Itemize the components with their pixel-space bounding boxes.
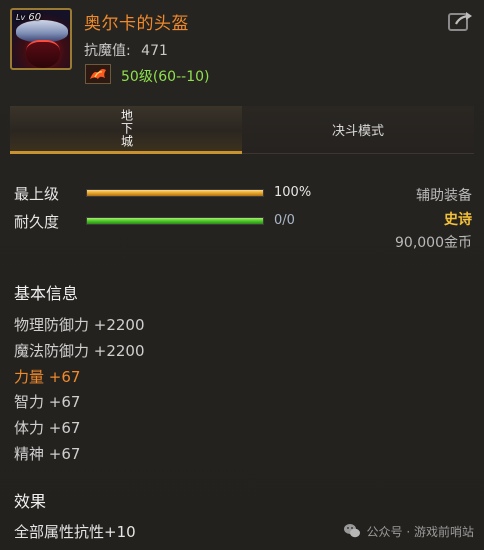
stat-spirit: 精神 +67 bbox=[14, 445, 81, 463]
helmet-item-icon: Lv 60 bbox=[10, 8, 72, 70]
item-name: 奥尔卡的头盔 bbox=[84, 14, 189, 34]
share-icon[interactable] bbox=[448, 10, 474, 32]
item-price: 90,000金币 bbox=[395, 235, 472, 251]
item-rarity: 史诗 bbox=[444, 212, 472, 228]
durability-value: 0/0 bbox=[274, 213, 295, 228]
tab-duel-mode[interactable]: 决斗模式 bbox=[242, 106, 474, 154]
phoenix-icon bbox=[85, 64, 111, 84]
stat-vitality: 体力 +67 bbox=[14, 419, 81, 437]
item-tooltip-panel: Lv 60 奥尔卡的头盔 抗魔值: 471 50级(60--10) 地下城 决斗… bbox=[0, 0, 484, 550]
mode-tabs: 地下城 决斗模式 bbox=[10, 106, 474, 154]
grade-bar bbox=[86, 189, 264, 197]
durability-bar bbox=[86, 217, 264, 225]
effect-all-resist: 全部属性抗性+10 bbox=[14, 523, 136, 541]
watermark: 公众号 · 游戏前哨站 bbox=[343, 522, 474, 540]
stat-intelligence: 智力 +67 bbox=[14, 393, 81, 411]
grade-value: 100% bbox=[274, 185, 312, 200]
stat-strength: 力量 +67 bbox=[14, 368, 81, 386]
required-level: 50级(60--10) bbox=[121, 69, 210, 85]
durability-label: 耐久度 bbox=[14, 213, 60, 231]
tab-dungeon[interactable]: 地下城 bbox=[10, 106, 242, 154]
grade-label: 最上级 bbox=[14, 185, 60, 203]
basic-info-title: 基本信息 bbox=[14, 284, 79, 303]
effects-title: 效果 bbox=[14, 492, 47, 511]
resist-value: 抗魔值: 471 bbox=[84, 43, 168, 59]
stat-magic-defense: 魔法防御力 +2200 bbox=[14, 342, 145, 360]
stat-physical-defense: 物理防御力 +2200 bbox=[14, 316, 145, 334]
item-level-badge: Lv 60 bbox=[16, 12, 42, 23]
item-category: 辅助装备 bbox=[416, 188, 472, 204]
wechat-icon bbox=[343, 524, 360, 538]
